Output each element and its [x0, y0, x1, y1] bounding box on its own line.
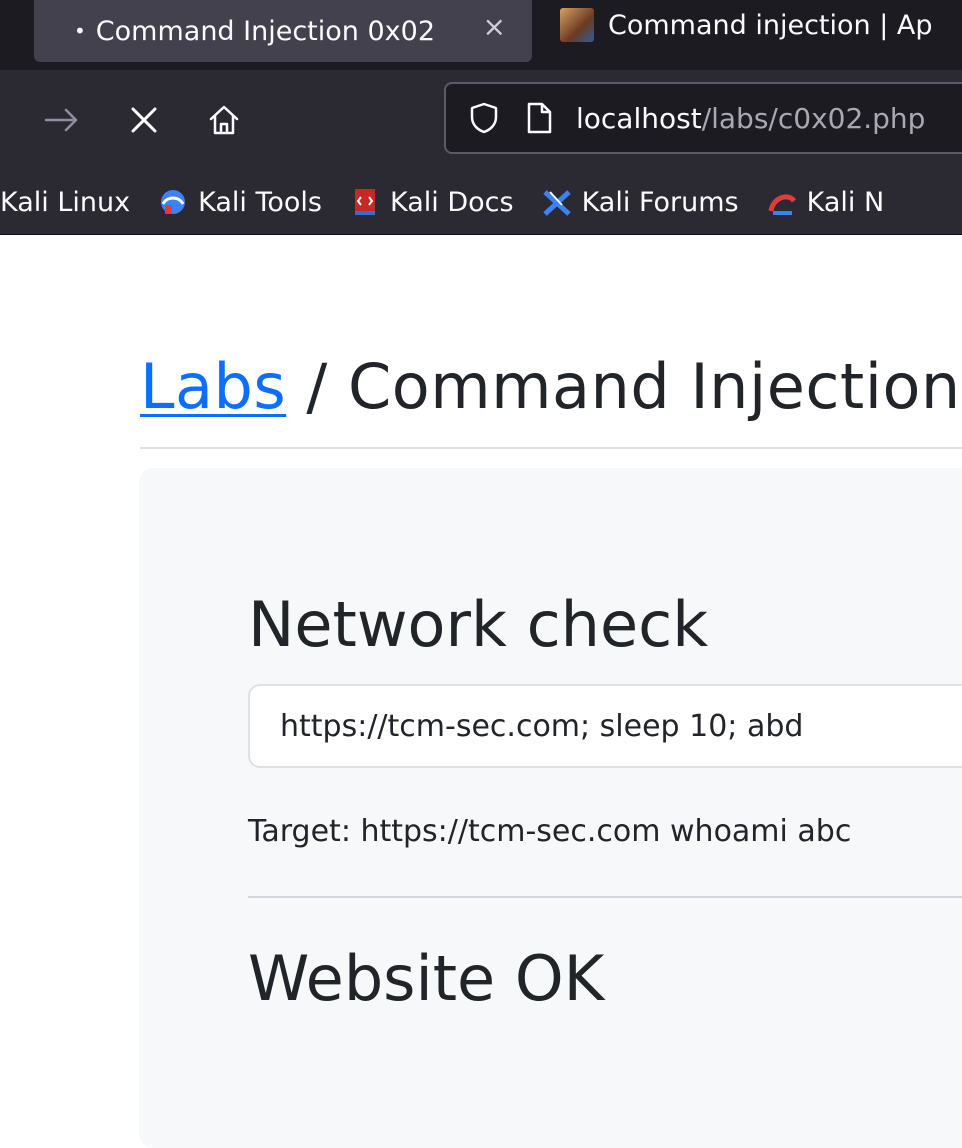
tab-title: Command injection | Ap: [608, 9, 933, 41]
bookmark-label: Kali Docs: [389, 186, 514, 218]
labs-breadcrumb-link[interactable]: Labs: [140, 350, 286, 423]
url-host: localhost: [576, 101, 702, 135]
bookmark-label: Kali Tools: [198, 186, 322, 218]
bookmark-label: Kali Linux: [0, 186, 131, 218]
result-message: Website OK: [248, 942, 605, 1015]
card-divider: [248, 896, 962, 898]
breadcrumb-current: Command Injection: [348, 350, 961, 423]
tab-command-injection-docs[interactable]: Command injection | Ap: [560, 0, 962, 50]
bookmark-label: Kali Forums: [581, 186, 739, 218]
tab-strip: • Command Injection 0x02 × Command injec…: [0, 0, 962, 70]
home-button[interactable]: [196, 92, 252, 148]
navigation-toolbar: localhost /labs/c0x02.php: [0, 70, 962, 170]
kali-docs-icon: [354, 189, 375, 215]
target-readout: Target: https://tcm-sec.com whoami abc: [248, 814, 852, 849]
portswigger-favicon-icon: [560, 8, 594, 42]
shield-icon[interactable]: [466, 100, 502, 136]
forward-button[interactable]: [34, 92, 90, 148]
bookmark-kali-forums[interactable]: Kali Forums: [542, 187, 739, 218]
bookmark-kali-nethunter[interactable]: Kali N: [767, 186, 885, 218]
kali-tools-icon: [161, 190, 186, 214]
bookmark-label: Kali N: [806, 186, 885, 218]
url-input[interactable]: [248, 684, 962, 768]
url-text[interactable]: localhost /labs/c0x02.php: [576, 102, 925, 135]
bookmark-kali-tools[interactable]: Kali Tools: [158, 187, 322, 218]
bookmarks-toolbar: Kali Linux Kali Tools Kali Docs Kali For…: [0, 170, 962, 235]
bookmark-kali-linux[interactable]: Kali Linux: [0, 187, 130, 218]
home-icon: [209, 105, 239, 135]
tab-close-icon[interactable]: ×: [483, 10, 506, 43]
network-check-card: [139, 468, 962, 1148]
tab-unsaved-dot: •: [74, 19, 86, 43]
forward-arrow-icon: [44, 108, 78, 132]
bookmark-kali-docs[interactable]: Kali Docs: [350, 187, 514, 218]
tab-command-injection-0x02[interactable]: • Command Injection 0x02 ×: [34, 0, 532, 62]
page-title: Labs / Command Injection: [140, 350, 961, 423]
heading-divider: [140, 447, 962, 449]
breadcrumb-separator: /: [286, 350, 349, 423]
kali-nethunter-icon: [768, 194, 796, 215]
kali-forums-icon: [542, 190, 571, 216]
address-bar[interactable]: localhost /labs/c0x02.php: [444, 82, 962, 154]
stop-loading-button[interactable]: [116, 92, 172, 148]
card-title: Network check: [248, 588, 709, 661]
url-path: /labs/c0x02.php: [701, 101, 926, 135]
page-icon[interactable]: [524, 100, 554, 136]
tab-title: Command Injection 0x02: [95, 15, 435, 47]
close-x-icon: [131, 107, 157, 133]
